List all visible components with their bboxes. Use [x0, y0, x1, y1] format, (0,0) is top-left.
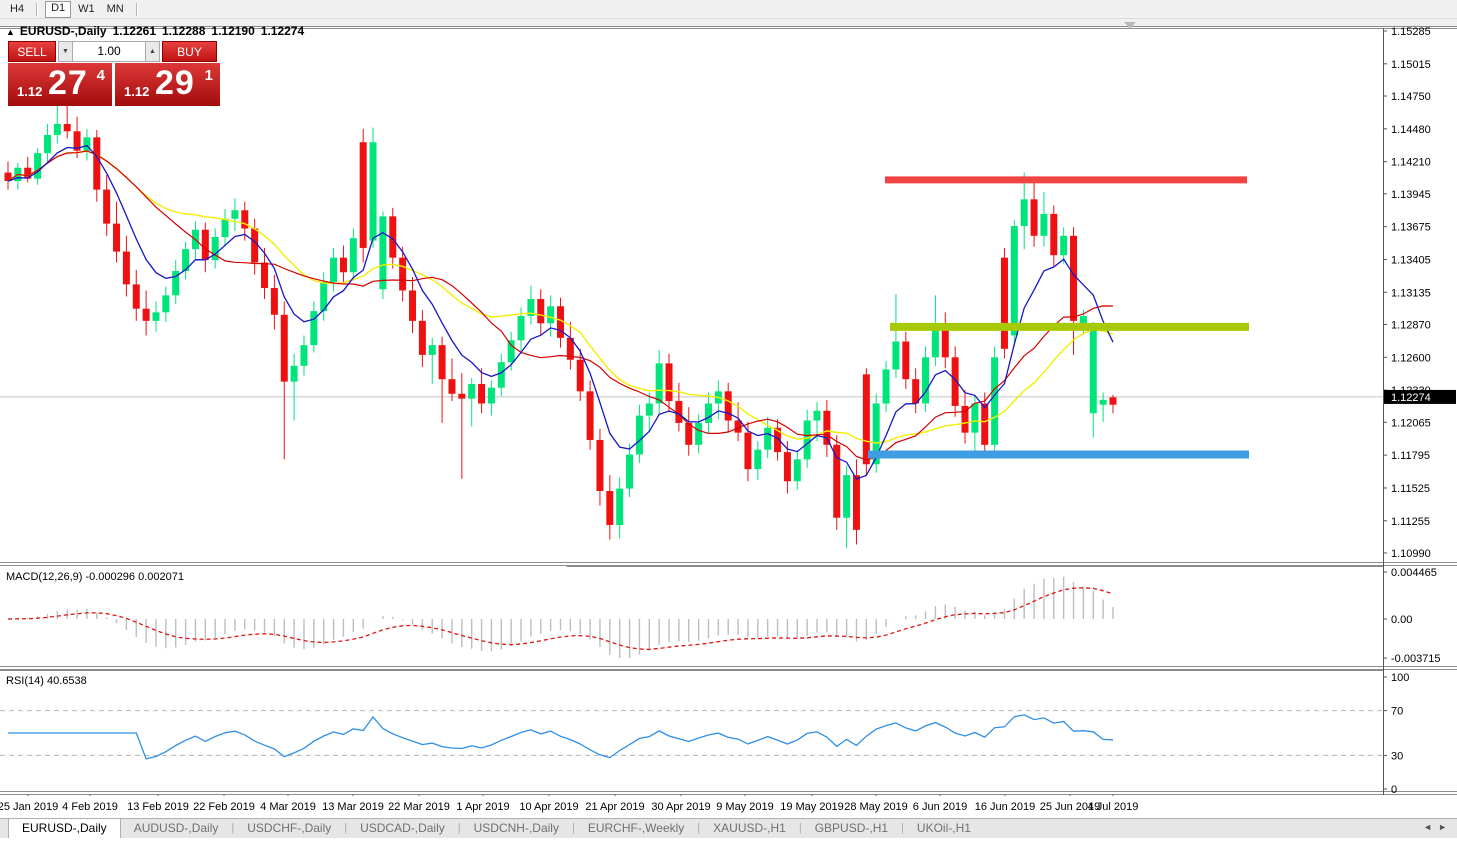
date-axis-label: 19 May 2019 — [780, 801, 844, 813]
tab-scroll-right-icon[interactable]: ► — [1438, 822, 1453, 832]
date-axis-label: 13 Feb 2019 — [127, 801, 189, 813]
buy-price-prefix: 1.12 — [124, 84, 149, 99]
macd-signal-line — [8, 588, 1113, 650]
sell-price-box[interactable]: 1.12 27 4 — [8, 63, 112, 106]
buy-price-box[interactable]: 1.12 29 1 — [115, 63, 220, 106]
ohlc-open: 1.12261 — [113, 24, 156, 38]
buy-button[interactable]: BUY — [162, 41, 217, 62]
axis-label: 1.14210 — [1391, 157, 1431, 169]
axis-label: 0.004465 — [1391, 567, 1437, 579]
tab-scroll-left-icon[interactable]: ◄ — [1423, 822, 1438, 832]
sell-price-digits: 27 — [48, 64, 88, 103]
date-axis-label: 22 Mar 2019 — [388, 801, 450, 813]
axis-label: 1.15285 — [1391, 26, 1431, 38]
date-axis-label: 9 May 2019 — [716, 801, 773, 813]
tab-scroll-arrows: ◄► — [1423, 822, 1453, 832]
buy-price-digits: 29 — [155, 64, 195, 103]
axis-label: 0 — [1391, 784, 1397, 796]
date-axis-label: 1 Apr 2019 — [456, 801, 509, 813]
axis-label: 1.13945 — [1391, 189, 1431, 201]
price-chart-svg: 1.15285 1.15015 1.14750 1.14480 1.14210 1.139… — [0, 0, 1457, 838]
chart-tab-gbpusd-h1[interactable]: GBPUSD-,H1 — [802, 819, 901, 838]
axis-label: 1.12870 — [1391, 319, 1431, 331]
date-axis-label: 4 Feb 2019 — [62, 801, 118, 813]
sell-price-prefix: 1.12 — [17, 84, 42, 99]
ma-yellow-line — [8, 151, 1113, 443]
chart-tab-usdcad-daily[interactable]: USDCAD-,Daily — [347, 819, 458, 838]
chart-tab-bar: EURUSD-,DailyAUDUSD-,Daily|USDCHF-,Daily… — [0, 818, 1457, 838]
rsi-indicator-label: RSI(14) 40.6538 — [6, 675, 87, 687]
chart-tab-eurchf-weekly[interactable]: EURCHF-,Weekly — [575, 819, 697, 838]
date-axis-label: 4 Mar 2019 — [260, 801, 316, 813]
volume-increase-icon[interactable]: ▲ — [145, 41, 160, 62]
axis-label: 1.11525 — [1391, 483, 1430, 495]
chart-tab-ukoil-h1[interactable]: UKOil-,H1 — [904, 819, 984, 838]
date-axis-label: 10 Apr 2019 — [519, 801, 578, 813]
date-axis-label: 13 Mar 2019 — [322, 801, 384, 813]
chart-tabs: EURUSD-,DailyAUDUSD-,Daily|USDCHF-,Daily… — [0, 819, 984, 838]
chart-shift-marker-icon[interactable] — [1124, 22, 1136, 29]
axis-label: 0.00 — [1391, 614, 1412, 626]
volume-spinner: ▼ 1.00 ▲ — [58, 41, 160, 62]
axis-label: -0.003715 — [1391, 653, 1441, 665]
chart-tab-usdcnh-daily[interactable]: USDCNH-,Daily — [461, 819, 572, 838]
axis-label: 1.12274 — [1391, 392, 1431, 404]
chart-tab-usdchf-daily[interactable]: USDCHF-,Daily — [234, 819, 344, 838]
date-axis-label: 4 Jul 2019 — [1088, 801, 1139, 813]
axis-label: 1.15015 — [1391, 59, 1431, 71]
macd-indicator-label: MACD(12,26,9) -0.000296 0.002071 — [6, 571, 184, 583]
ohlc-low: 1.12190 — [211, 24, 254, 38]
chart-canvas: 1.15285 1.15015 1.14750 1.14480 1.14210 1.139… — [0, 0, 1457, 838]
axis-label: 100 — [1391, 672, 1409, 684]
rsi-line — [8, 715, 1113, 759]
axis-label: 1.13405 — [1391, 254, 1431, 266]
one-click-trading-panel: SELL ▼ 1.00 ▲ BUY 1.12 27 4 1.12 29 1 — [8, 41, 222, 106]
axis-label: 1.14480 — [1391, 124, 1431, 136]
date-axis-label: 30 Apr 2019 — [651, 801, 710, 813]
date-axis-label: 21 Apr 2019 — [585, 801, 644, 813]
axis-label: 1.13135 — [1391, 287, 1431, 299]
sell-button[interactable]: SELL — [8, 41, 56, 62]
axis-label: 1.12600 — [1391, 352, 1431, 364]
axis-label: 70 — [1391, 706, 1403, 718]
buy-price-pip: 1 — [205, 67, 213, 84]
axis-label: 30 — [1391, 750, 1403, 762]
macd-layer — [8, 577, 1113, 658]
sell-price-pip: 4 — [97, 67, 105, 84]
date-axis-label: 28 May 2019 — [844, 801, 908, 813]
date-axis-label: 22 Feb 2019 — [193, 801, 255, 813]
volume-input[interactable]: 1.00 — [73, 41, 145, 62]
ohlc-high: 1.12288 — [162, 24, 205, 38]
collapse-panel-icon[interactable]: ▲ — [6, 27, 15, 37]
axis-label: 1.11255 — [1391, 516, 1430, 528]
chart-tab-xauusd-h1[interactable]: XAUUSD-,H1 — [700, 819, 799, 838]
chart-symbol-title: EURUSD-,Daily — [20, 24, 107, 38]
axis-label: 1.12065 — [1391, 417, 1431, 429]
chart-tab-audusd-daily[interactable]: AUDUSD-,Daily — [121, 819, 232, 838]
axis-label: 1.13675 — [1391, 222, 1431, 234]
chart-title-bar: ▲ EURUSD-,Daily 1.12261 1.12288 1.12190 1.122… — [6, 24, 310, 38]
chart-tab-eurusd-daily[interactable]: EURUSD-,Daily — [8, 819, 121, 838]
axis-label: 1.10990 — [1391, 548, 1431, 560]
date-axis-label: 16 Jun 2019 — [975, 801, 1036, 813]
axis-label: 1.11795 — [1391, 450, 1430, 462]
date-axis-label: 6 Jun 2019 — [913, 801, 967, 813]
rsi-layer — [0, 711, 1383, 759]
ohlc-close: 1.12274 — [261, 24, 304, 38]
axis-label: 1.14750 — [1391, 91, 1431, 103]
date-axis[interactable]: 25 Jan 2019 4 Feb 2019 13 Feb 2019 22 Feb 2… — [0, 796, 1457, 818]
volume-decrease-icon[interactable]: ▼ — [58, 41, 73, 62]
date-axis-label: 25 Jan 2019 — [0, 801, 58, 813]
